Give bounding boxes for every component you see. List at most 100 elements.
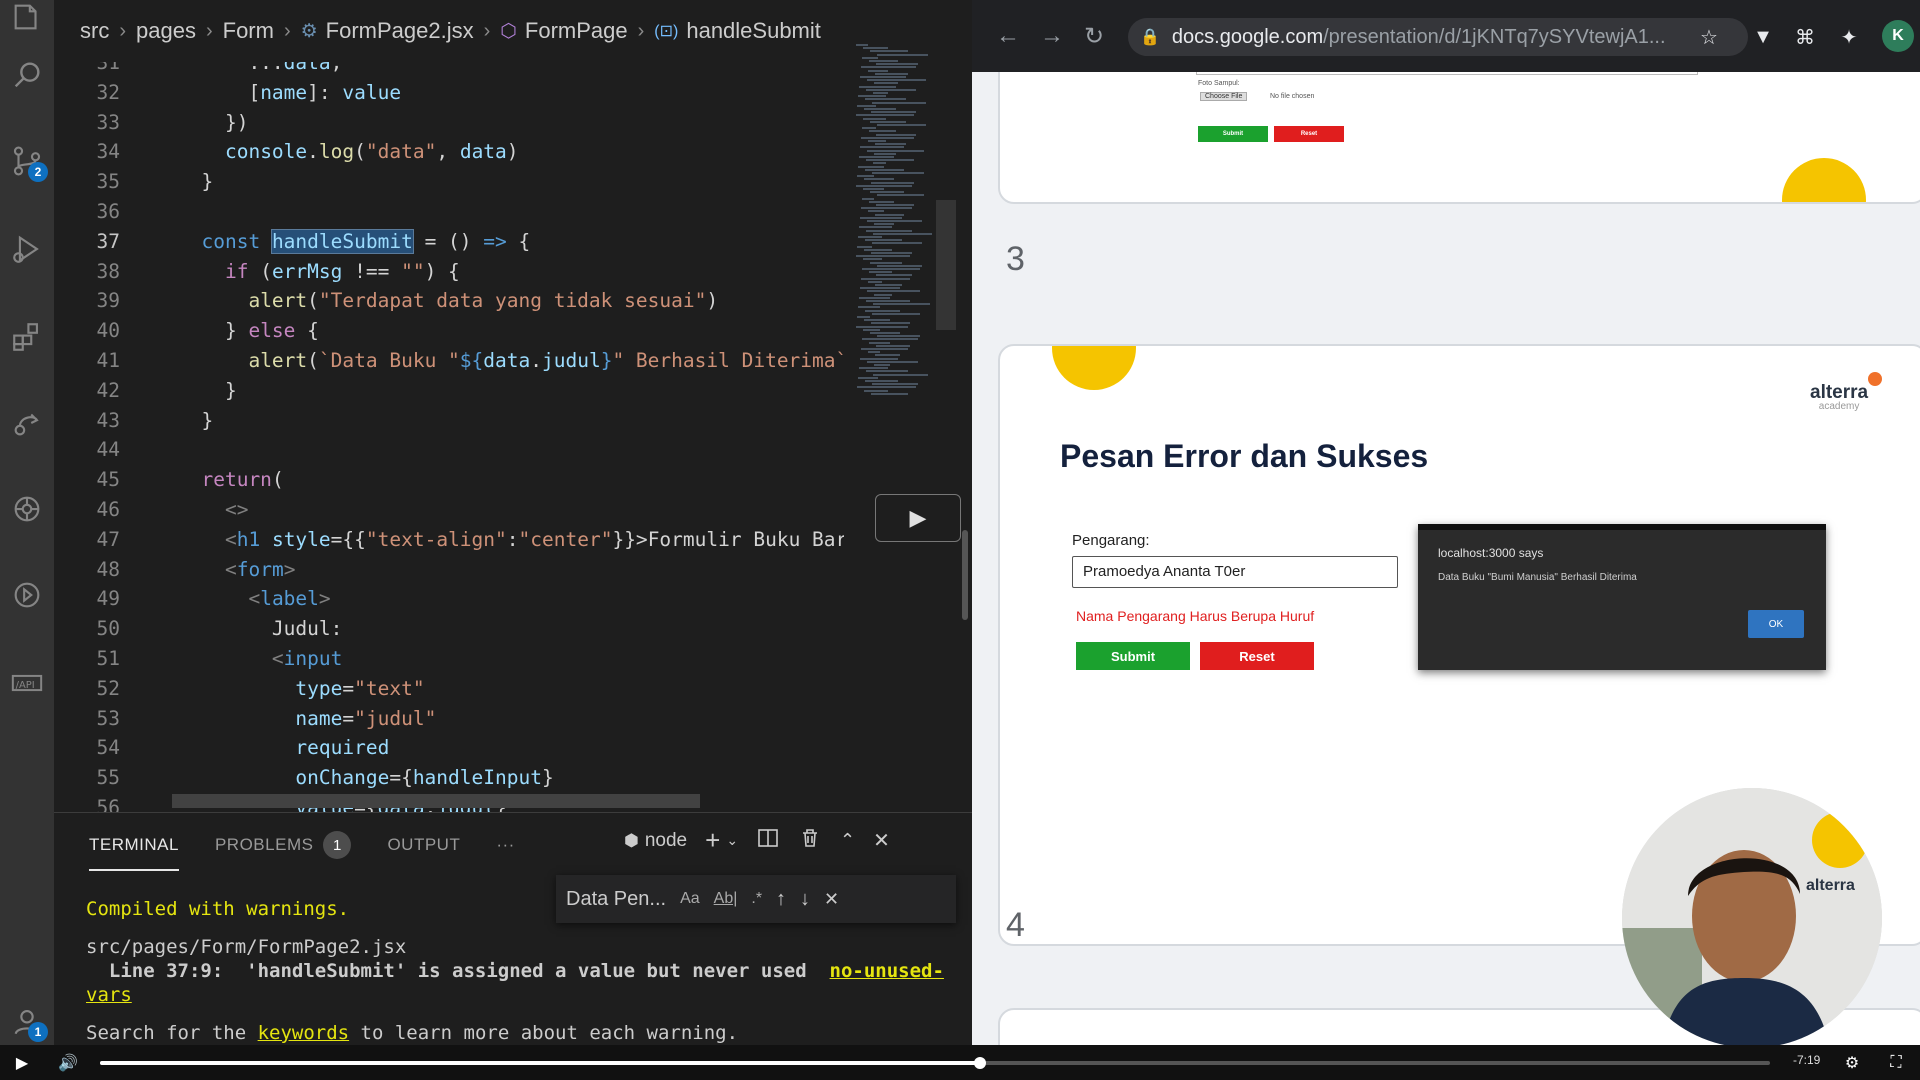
rule-link-part1[interactable]: no-unused- — [830, 960, 944, 982]
minimap-line — [859, 85, 896, 88]
kubernetes-icon[interactable] — [0, 482, 54, 536]
code-line[interactable]: 45 return( — [54, 465, 844, 495]
breadcrumb-item-file[interactable]: FormPage2.jsx — [326, 18, 474, 44]
accounts-icon[interactable]: 1 — [0, 994, 54, 1048]
problems-count-badge: 1 — [323, 831, 352, 859]
tab-output[interactable]: OUTPUT — [387, 831, 460, 859]
line-number: 40 — [96, 319, 120, 343]
code-line[interactable]: 38 if (errMsg !== "") { — [54, 257, 844, 287]
settings-gear-icon[interactable]: ⚙ — [1840, 1051, 1864, 1075]
code-line[interactable]: 39 alert("Terdapat data yang tidak sesua… — [54, 286, 844, 316]
breadcrumb-item-src[interactable]: src — [80, 18, 109, 44]
source-control-icon[interactable]: 2 — [0, 134, 54, 188]
code-line[interactable]: 40 } else { — [54, 316, 844, 346]
code-line[interactable]: 47 <h1 style={{"text-align":"center"}}>F… — [54, 525, 844, 555]
code-editor[interactable]: 31 ...data, 32 [name]: value 33 }) 34 conso… — [54, 62, 844, 812]
minimap-line — [858, 306, 880, 309]
code-line[interactable]: 44 — [54, 435, 844, 465]
address-bar[interactable]: 🔒 docs.google.com/presentation/d/1jKNTq7… — [1128, 18, 1748, 56]
code-line[interactable]: 46 <> — [54, 495, 844, 525]
run-debug-icon[interactable] — [0, 222, 54, 276]
code-line[interactable]: 55 onChange={handleInput} — [54, 763, 844, 793]
code-text: alert("Terdapat data yang tidak sesuai") — [248, 289, 719, 313]
editor-scrollbar[interactable] — [936, 200, 956, 330]
search-icon[interactable] — [0, 48, 54, 102]
slide-2[interactable]: Foto Sampul: Choose File No file chosen … — [998, 72, 1920, 204]
code-line[interactable]: 32 [name]: value — [54, 78, 844, 108]
code-line[interactable]: 41 alert(`Data Buku "${data.judul}" Berh… — [54, 346, 844, 376]
code-line[interactable]: 52 type="text" — [54, 674, 844, 704]
breadcrumb-item-pages[interactable]: pages — [136, 18, 196, 44]
code-line[interactable]: 31 ...data, — [54, 62, 844, 78]
breadcrumb-item-component[interactable]: FormPage — [525, 18, 628, 44]
breadcrumb-item-symbol[interactable]: handleSubmit — [686, 18, 821, 44]
minimap-line — [856, 255, 910, 258]
timeline-icon[interactable] — [0, 568, 54, 622]
minimap-line — [858, 376, 878, 379]
line-number: 36 — [96, 200, 120, 223]
breadcrumb-item-form[interactable]: Form — [223, 18, 274, 44]
line-number: 31 — [96, 62, 120, 74]
editor-horizontal-scrollbar[interactable] — [172, 794, 700, 808]
api-icon[interactable]: /API — [0, 656, 54, 710]
terminal-hint-keywords[interactable]: keywords — [258, 1022, 350, 1044]
video-progress-bar[interactable] — [100, 1057, 1770, 1069]
pengarang-input: Pramoedya Ananta T0er — [1072, 556, 1398, 588]
minimap-line — [876, 63, 918, 66]
puzzle-icon[interactable]: ✦ — [1834, 22, 1864, 52]
terminal-output[interactable]: Compiled with warnings. src/pages/Form/Fo… — [86, 897, 966, 1045]
code-line[interactable]: 42 } — [54, 376, 844, 406]
maximize-panel-icon[interactable]: ⌃ — [840, 830, 855, 851]
forward-icon[interactable]: → — [1036, 20, 1068, 52]
terminal-shell-selector[interactable]: ⬢ node — [624, 830, 687, 852]
explorer-icon[interactable] — [0, 0, 54, 44]
fullscreen-icon[interactable]: ⛶ — [1884, 1051, 1908, 1075]
code-line[interactable]: 35 } — [54, 167, 844, 197]
video-play-overlay-button[interactable]: ▶ — [875, 494, 961, 542]
code-line[interactable]: 50 Judul: — [54, 614, 844, 644]
volume-icon[interactable]: 🔊 — [56, 1051, 80, 1075]
video-progress-handle[interactable] — [974, 1057, 987, 1069]
chevron-down-icon[interactable]: ⌄ — [726, 832, 738, 849]
tab-problems[interactable]: PROBLEMS 1 — [215, 831, 352, 859]
minimap-line — [876, 274, 912, 277]
profile-avatar[interactable]: K — [1882, 20, 1914, 52]
play-icon[interactable]: ▶ — [10, 1051, 34, 1075]
minimap-line — [869, 60, 898, 62]
minimap-line — [865, 309, 900, 312]
code-line[interactable]: 53 name="judul" — [54, 704, 844, 734]
minimap-line — [867, 149, 924, 152]
minimap-line — [873, 232, 932, 235]
close-panel-icon[interactable]: ✕ — [873, 828, 890, 853]
extensions-icon[interactable] — [0, 310, 54, 364]
split-terminal-icon[interactable] — [756, 826, 780, 856]
split-divider-handle[interactable] — [962, 530, 968, 620]
kill-terminal-icon[interactable] — [798, 826, 822, 856]
bookmark-star-icon[interactable]: ☆ — [1694, 22, 1724, 52]
code-line[interactable]: 37 const handleSubmit = () => { — [54, 227, 844, 257]
code-line[interactable]: 34 console.log("data", data) — [54, 137, 844, 167]
tab-terminal[interactable]: TERMINAL — [89, 831, 179, 871]
presenter-video: alterra — [1622, 788, 1882, 1048]
back-icon[interactable]: ← — [992, 20, 1024, 52]
remote-explorer-icon[interactable] — [0, 396, 54, 450]
code-line[interactable]: 54 required — [54, 733, 844, 763]
minimap-line — [861, 348, 908, 350]
code-text: } — [178, 408, 214, 432]
code-line[interactable]: 48 <form> — [54, 555, 844, 585]
code-line[interactable]: 36 — [54, 197, 844, 227]
code-line[interactable]: 43 } — [54, 406, 844, 436]
video-progress-fill — [100, 1061, 981, 1065]
minimap[interactable] — [852, 44, 948, 404]
minimap-line — [864, 248, 892, 251]
reload-icon[interactable]: ↻ — [1078, 20, 1110, 52]
rule-link-part2[interactable]: vars — [86, 984, 132, 1006]
new-terminal-icon[interactable]: + — [705, 825, 720, 856]
more-tabs-button[interactable]: ··· — [496, 831, 514, 859]
code-line[interactable]: 51 <input — [54, 644, 844, 674]
code-line[interactable]: 33 }) — [54, 108, 844, 138]
vue-devtools-icon[interactable]: ▼ — [1748, 22, 1778, 52]
code-line[interactable]: 49 <label> — [54, 584, 844, 614]
extension-icon[interactable]: ⌘ — [1790, 22, 1820, 52]
line-number: 54 — [96, 736, 120, 760]
